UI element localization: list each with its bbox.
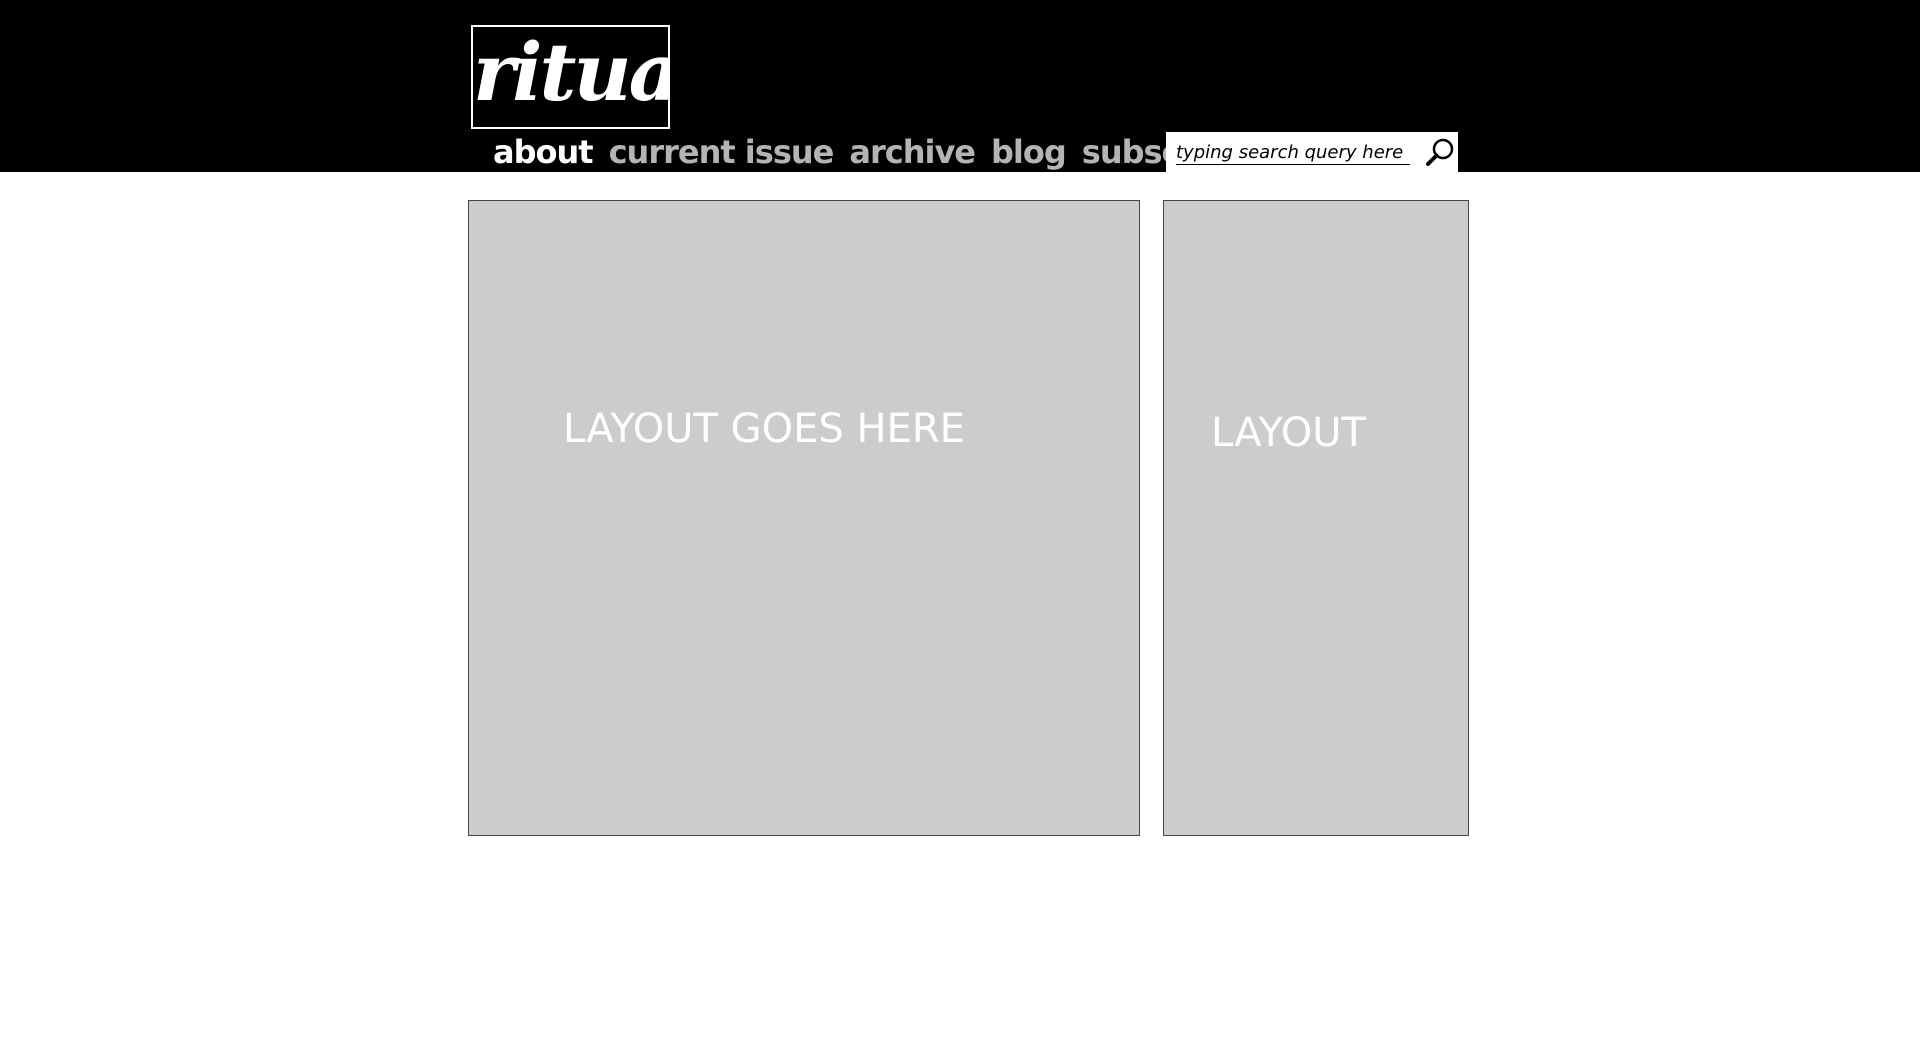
side-layout-panel: LAYOUT xyxy=(1163,200,1469,836)
search-box xyxy=(1166,132,1458,172)
side-panel-label: LAYOUT xyxy=(1211,410,1366,456)
main-panel-label: LAYOUT GOES HERE xyxy=(563,406,965,452)
main-layout-panel: LAYOUT GOES HERE xyxy=(468,200,1140,836)
nav-item-about[interactable]: about xyxy=(493,132,594,172)
nav-item-archive[interactable]: archive xyxy=(849,132,976,172)
search-input[interactable] xyxy=(1176,140,1410,165)
site-header: ritual about current issue archive blog … xyxy=(0,0,1920,172)
nav-item-current-issue[interactable]: current issue xyxy=(609,132,835,172)
main-nav: about current issue archive blog subscri… xyxy=(493,132,1263,172)
site-logo[interactable]: ritual xyxy=(471,25,670,129)
nav-item-blog[interactable]: blog xyxy=(991,132,1067,172)
search-icon[interactable] xyxy=(1424,136,1456,168)
